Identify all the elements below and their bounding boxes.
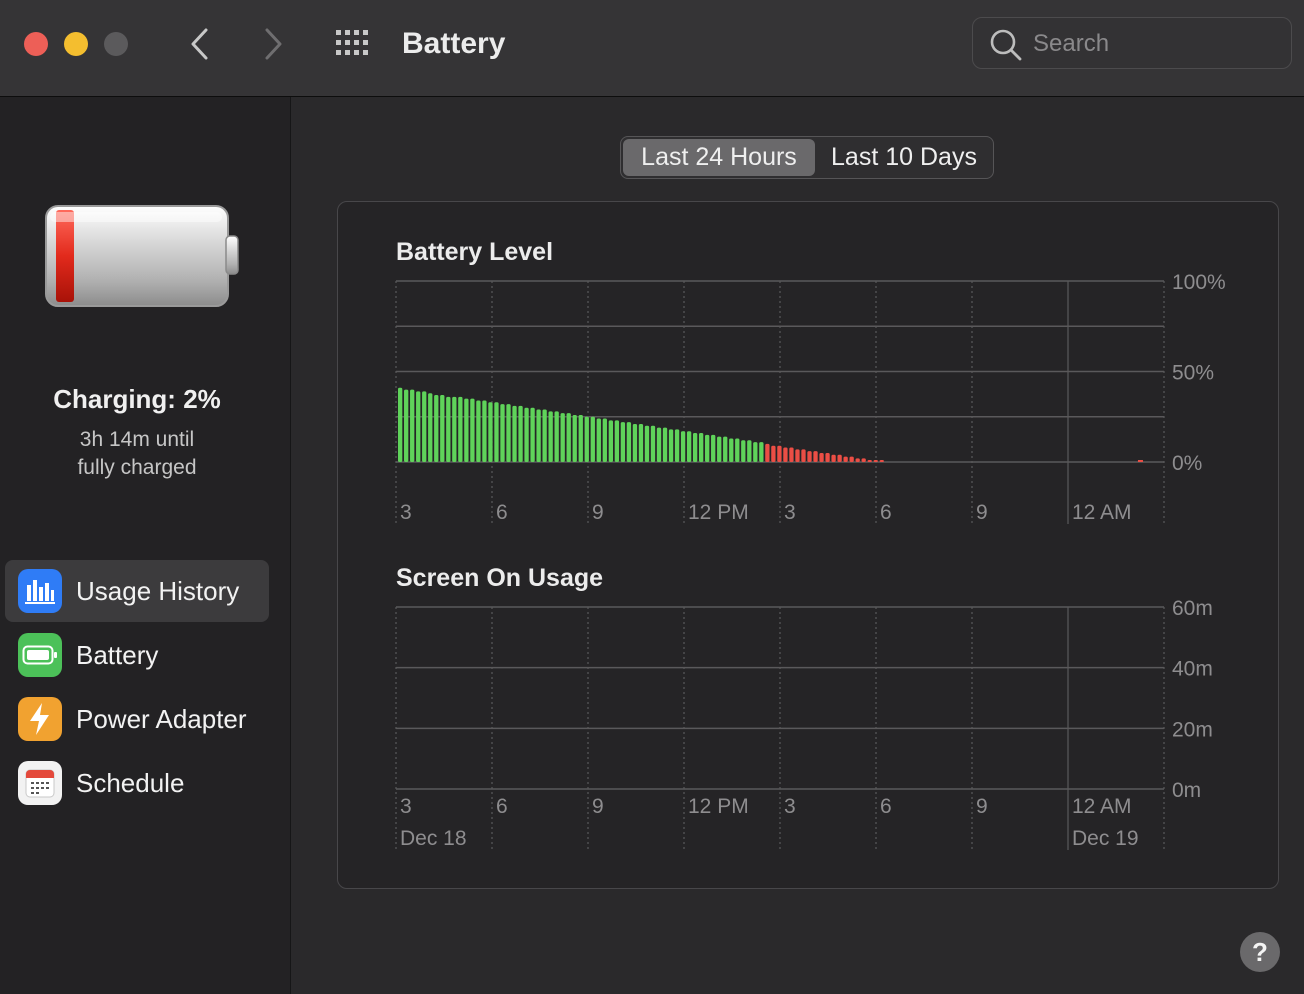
grid-icon bbox=[336, 30, 368, 55]
charging-time-line-1: 3h 14m until bbox=[79, 428, 195, 451]
sidebar-item-schedule[interactable]: Schedule bbox=[5, 752, 269, 814]
title-bar: Battery bbox=[0, 0, 1304, 97]
tab-last-10-days[interactable]: Last 10 Days bbox=[817, 139, 991, 176]
close-window-button[interactable] bbox=[24, 32, 48, 56]
battery-level-chart-title: Battery Level bbox=[396, 238, 554, 266]
screen-on-usage-chart-title: Screen On Usage bbox=[396, 564, 604, 592]
sidebar-item-label: Battery bbox=[76, 639, 159, 670]
battery-icon bbox=[18, 633, 62, 677]
sidebar-item-battery[interactable]: Battery bbox=[5, 624, 269, 686]
sidebar-item-label: Power Adapter bbox=[76, 703, 247, 734]
charging-time-remaining: 3h 14m until fully charged bbox=[0, 426, 274, 482]
show-all-button[interactable] bbox=[334, 28, 374, 60]
usage-history-icon bbox=[18, 569, 62, 613]
calendar-icon bbox=[18, 761, 62, 805]
search-field[interactable] bbox=[972, 17, 1292, 69]
usage-history-panel bbox=[337, 201, 1279, 889]
back-button[interactable] bbox=[180, 24, 220, 64]
charging-time-line-2: fully charged bbox=[77, 456, 197, 479]
zoom-window-button[interactable] bbox=[104, 32, 128, 56]
window-title: Battery bbox=[402, 27, 506, 60]
search-input[interactable] bbox=[1031, 26, 1275, 62]
minimize-window-button[interactable] bbox=[64, 32, 88, 56]
sidebar-item-label: Usage History bbox=[76, 575, 240, 606]
search-icon bbox=[990, 29, 1022, 61]
forward-button[interactable] bbox=[253, 24, 293, 64]
power-adapter-icon bbox=[18, 697, 62, 741]
battery-level-icon bbox=[45, 205, 239, 307]
chevron-left-icon bbox=[191, 28, 208, 60]
tab-last-24-hours[interactable]: Last 24 Hours bbox=[623, 139, 815, 176]
sidebar-item-usage-history[interactable]: Usage History bbox=[5, 560, 269, 622]
sidebar-item-label: Schedule bbox=[76, 767, 185, 798]
help-button[interactable]: ? bbox=[1240, 932, 1280, 972]
charging-status: Charging: 2% bbox=[53, 384, 221, 414]
chevron-right-icon bbox=[265, 28, 282, 60]
time-range-segmented-control: Last 24 Hours Last 10 Days bbox=[620, 136, 994, 179]
sidebar-item-power-adapter[interactable]: Power Adapter bbox=[5, 688, 269, 750]
